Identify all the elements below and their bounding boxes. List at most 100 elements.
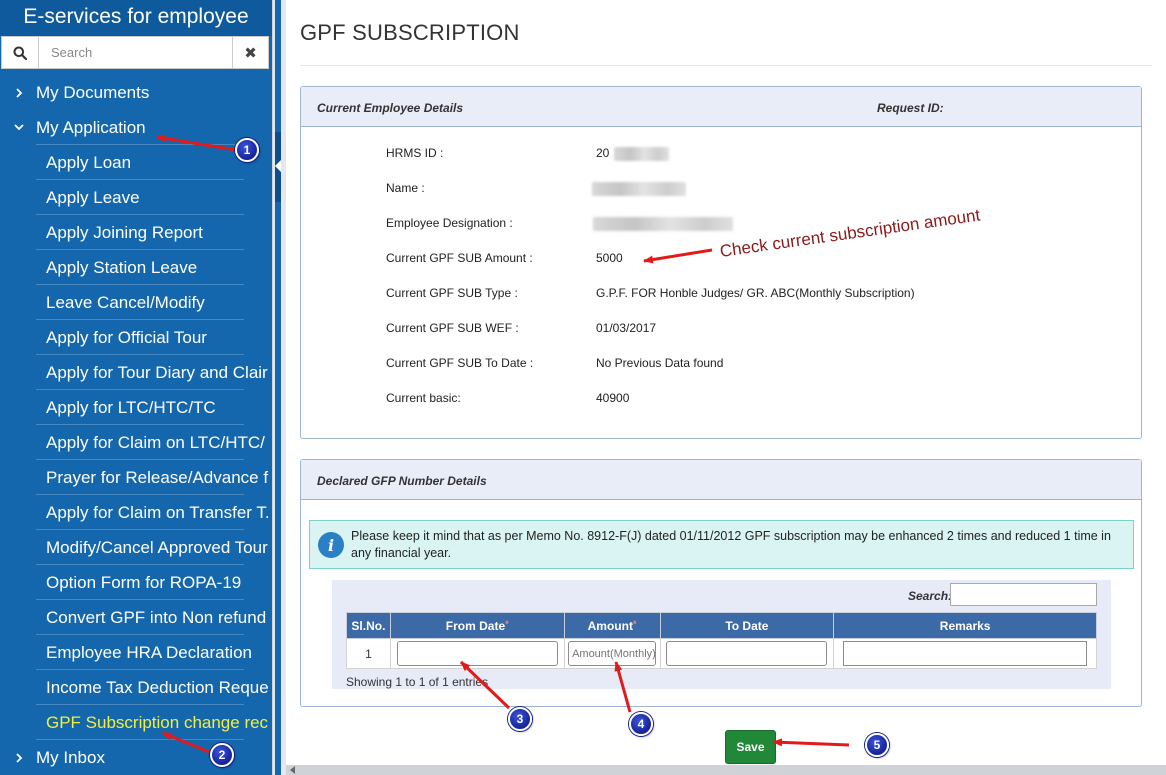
to-date-input[interactable] [666, 641, 828, 666]
grid-column-header[interactable]: To Date [659, 612, 835, 639]
callout-badge-3: 3 [508, 707, 532, 731]
sidebar-collapse-rail[interactable] [272, 0, 286, 775]
sidebar-item-apply-for-claim-on-transfer-t[interactable]: Apply for Claim on Transfer T. [0, 495, 272, 530]
grid-column-header[interactable]: From Date* [389, 612, 565, 639]
chevron-right-icon [12, 75, 26, 110]
sidebar-item-label: Apply for Claim on Transfer T. [46, 503, 270, 522]
detail-value: G.P.F. FOR Honble Judges/ GR. ABC(Monthl… [596, 286, 915, 300]
sidebar-menu: My Documents My Application Apply Loan Appl… [0, 75, 272, 775]
employee-details-header: Current Employee Details Request ID: [301, 87, 1141, 127]
detail-value: 40900 [596, 391, 630, 405]
subscription-grid: Search: Sl.No. From Date* Amount* To Date Re… [332, 580, 1111, 689]
table-row: 1 [346, 638, 1097, 669]
declared-details-heading: Declared GFP Number Details [317, 474, 487, 488]
sidebar-item-modify-cancel-approved-tour[interactable]: Modify/Cancel Approved Tour [0, 530, 272, 565]
sidebar-item-gpf-subscription-change-rec[interactable]: GPF Subscription change rec [0, 705, 272, 740]
amount-input[interactable] [568, 641, 657, 666]
column-label: Sl.No. [351, 618, 386, 633]
sidebar-item-label: Modify/Cancel Approved Tour [46, 538, 268, 557]
request-id-label: Request ID: [877, 101, 944, 115]
sidebar-item-label: Apply for LTC/HTC/TC [46, 398, 216, 417]
sidebar-search-input[interactable] [40, 37, 234, 68]
detail-value: 01/03/2017 [596, 321, 657, 335]
sl-no-cell: 1 [346, 638, 391, 669]
close-icon[interactable]: ✖ [232, 37, 268, 68]
sidebar-item-label: Convert GPF into Non refund [46, 608, 267, 627]
page-vertical-scrollbar[interactable] [1152, 0, 1166, 765]
sidebar-item-apply-leave[interactable]: Apply Leave [0, 180, 272, 215]
detail-value: No Previous Data found [596, 356, 724, 370]
remarks-cell [833, 638, 1097, 669]
callout-badge-1: 1 [235, 138, 259, 162]
sidebar-item-label: Apply for Official Tour [46, 328, 207, 347]
grid-column-header[interactable]: Sl.No. [346, 612, 391, 639]
sidebar-item-label: Apply Station Leave [46, 258, 198, 277]
employee-details-panel: Current Employee Details Request ID: HRM… [300, 86, 1142, 439]
collapse-arrow-icon[interactable] [275, 160, 281, 172]
sidebar-item-label: Apply for Tour Diary and Clair [46, 363, 268, 382]
detail-label: Current GPF SUB WEF : [386, 321, 519, 335]
scroll-left-icon[interactable] [290, 766, 295, 774]
sidebar-item-apply-station-leave[interactable]: Apply Station Leave [0, 250, 272, 285]
remarks-input[interactable] [843, 641, 1088, 666]
sidebar-item-apply-for-claim-on-ltc-htc[interactable]: Apply for Claim on LTC/HTC/ [0, 425, 272, 460]
info-icon: i [318, 532, 344, 558]
sidebar-item-label: Leave Cancel/Modify [46, 293, 205, 312]
sidebar-item-convert-gpf-into-non-refund[interactable]: Convert GPF into Non refund [0, 600, 272, 635]
sidebar-item-leave-cancel-modify[interactable]: Leave Cancel/Modify [0, 285, 272, 320]
title-divider [300, 65, 1166, 66]
sidebar-item-label: Apply Joining Report [46, 223, 203, 242]
declared-details-panel: Declared GFP Number Details i Please kee… [300, 459, 1142, 707]
detail-label: Employee Designation : [386, 216, 513, 230]
sidebar-item-label: GPF Subscription change rec [46, 713, 269, 732]
save-button[interactable]: Save [725, 730, 776, 764]
sidebar-item-apply-for-tour-diary-and-clair[interactable]: Apply for Tour Diary and Clair [0, 355, 272, 390]
sidebar-item-my-application[interactable]: My Application [0, 110, 272, 145]
detail-label: Current GPF SUB To Date : [386, 356, 534, 370]
sidebar-item-apply-loan[interactable]: Apply Loan [0, 145, 272, 180]
sidebar-scrollbar[interactable] [275, 0, 281, 775]
grid-entries-info: Showing 1 to 1 of 1 entries [346, 675, 489, 689]
grid-column-header[interactable]: Amount* [563, 612, 661, 639]
sidebar-item-label: Income Tax Deduction Reque [46, 678, 269, 697]
grid-search-input[interactable] [950, 583, 1097, 606]
sidebar-item-apply-for-official-tour[interactable]: Apply for Official Tour [0, 320, 272, 355]
redacted-value [614, 147, 669, 161]
callout-badge-5: 5 [865, 733, 889, 757]
main-content: GPF SUBSCRIPTION Current Employee Detail… [286, 0, 1166, 775]
grid-column-header[interactable]: Remarks [833, 612, 1097, 639]
column-label: Remarks [939, 618, 991, 633]
column-label: To Date [725, 618, 769, 633]
grid-header-row: Sl.No. From Date* Amount* To Date Remarks [346, 612, 1097, 639]
sidebar-item-apply-joining-report[interactable]: Apply Joining Report [0, 215, 272, 250]
detail-label: Current GPF SUB Type : [386, 286, 518, 300]
sidebar-item-label: Prayer for Release/Advance f [46, 468, 269, 487]
sidebar-item-apply-for-ltc-htc-tc[interactable]: Apply for LTC/HTC/TC [0, 390, 272, 425]
info-text: Please keep it mind that as per Memo No.… [351, 529, 1111, 560]
detail-label: HRMS ID : [386, 146, 444, 160]
grid-table: Sl.No. From Date* Amount* To Date Remarks 1 [346, 612, 1097, 669]
sidebar-item-option-form-for-ropa-19[interactable]: Option Form for ROPA-19 [0, 565, 272, 600]
page-title: GPF SUBSCRIPTION [300, 20, 520, 45]
sidebar-item-employee-hra-declaration[interactable]: Employee HRA Declaration [0, 635, 272, 670]
sidebar: E-services for employee ✖ My DocumentsMy… [0, 0, 272, 775]
sidebar-item-my-documents[interactable]: My Documents [0, 75, 272, 110]
sidebar-item-label: My Inbox [36, 748, 105, 767]
detail-value: 20 [596, 146, 610, 160]
required-marker: * [505, 618, 509, 629]
detail-value: 5000 [596, 251, 623, 265]
chevron-right-icon [12, 740, 26, 775]
search-icon[interactable] [2, 37, 39, 68]
sidebar-item-income-tax-deduction-reque[interactable]: Income Tax Deduction Reque [0, 670, 272, 705]
callout-badge-2: 2 [210, 743, 234, 767]
required-marker: * [632, 618, 637, 629]
page-horizontal-scrollbar[interactable] [286, 765, 1166, 775]
from-date-input[interactable] [396, 641, 558, 666]
to-date-cell [659, 638, 835, 669]
sidebar-item-prayer-for-release-advance-f[interactable]: Prayer for Release/Advance f [0, 460, 272, 495]
amount-cell [563, 638, 661, 669]
info-alert: i Please keep it mind that as per Memo N… [309, 520, 1134, 569]
from-date-cell [389, 638, 565, 669]
sidebar-item-label: My Application [36, 118, 146, 137]
sidebar-item-label: Option Form for ROPA-19 [46, 573, 242, 592]
